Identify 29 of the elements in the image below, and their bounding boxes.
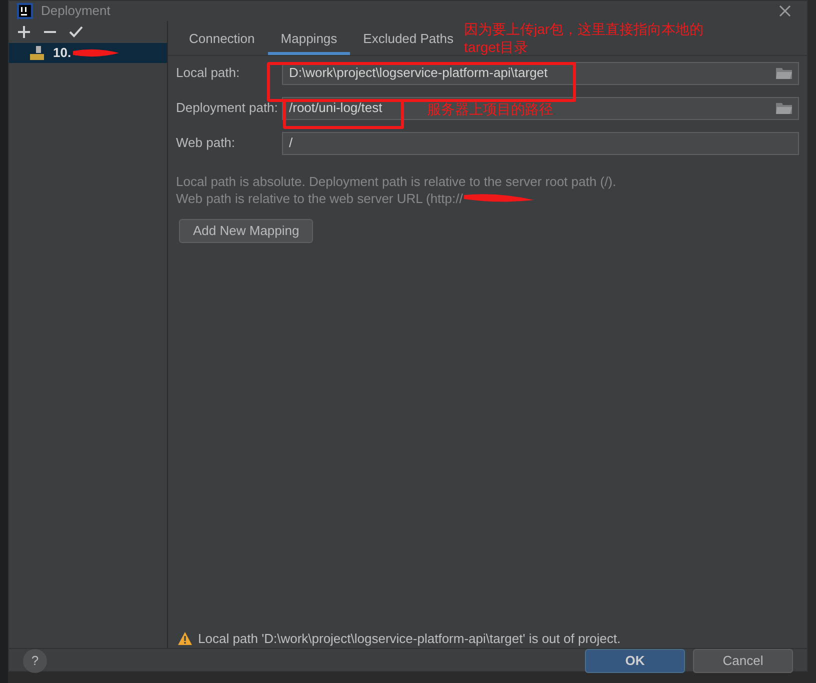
close-icon[interactable] [779, 4, 791, 17]
path-field[interactable]: / [282, 132, 799, 154]
field-label: Deployment path: [176, 99, 279, 118]
server-name: 10. [53, 44, 72, 62]
path-field[interactable]: /root/uni-log/test 服务器上项目的路径 [282, 96, 799, 120]
folder-icon[interactable] [776, 102, 792, 114]
path-field[interactable]: D:\work\project\logservice-platform-api\target [282, 62, 799, 84]
annotation-text: 因为要上传jar包，这里直接指向本地的 [464, 20, 704, 38]
folder-icon[interactable] [776, 67, 792, 79]
server-icon [29, 44, 45, 60]
field-label: Web path: [176, 134, 236, 152]
window-title: Deployment [41, 2, 110, 20]
add-mapping-button[interactable]: Add New Mapping [179, 218, 314, 242]
field-label: Local path: [176, 64, 241, 82]
add-icon[interactable] [17, 24, 31, 38]
hint-text: Local path is absolute. Deployment path is relative to the server root path (/). [176, 172, 618, 190]
warning-icon [178, 632, 192, 645]
help-button[interactable]: ? [23, 649, 47, 673]
warning-text: Local path 'D:\work\project\logservice-platform-api\target' is out of project. [198, 630, 621, 648]
check-icon[interactable] [69, 24, 83, 38]
hint-text: Web path is relative to the web server URL (http:// [176, 190, 463, 206]
tab[interactable]: Mappings [268, 26, 350, 54]
annotation-text: target目录 [464, 38, 529, 56]
annotation-text: 服务器上项目的路径 [427, 100, 553, 118]
tab[interactable]: Connection [176, 26, 268, 54]
cancel-button[interactable]: Cancel [693, 649, 793, 673]
ok-button[interactable]: OK [585, 649, 685, 673]
app-logo-icon [17, 2, 33, 19]
server-item[interactable]: 10. [9, 42, 167, 62]
